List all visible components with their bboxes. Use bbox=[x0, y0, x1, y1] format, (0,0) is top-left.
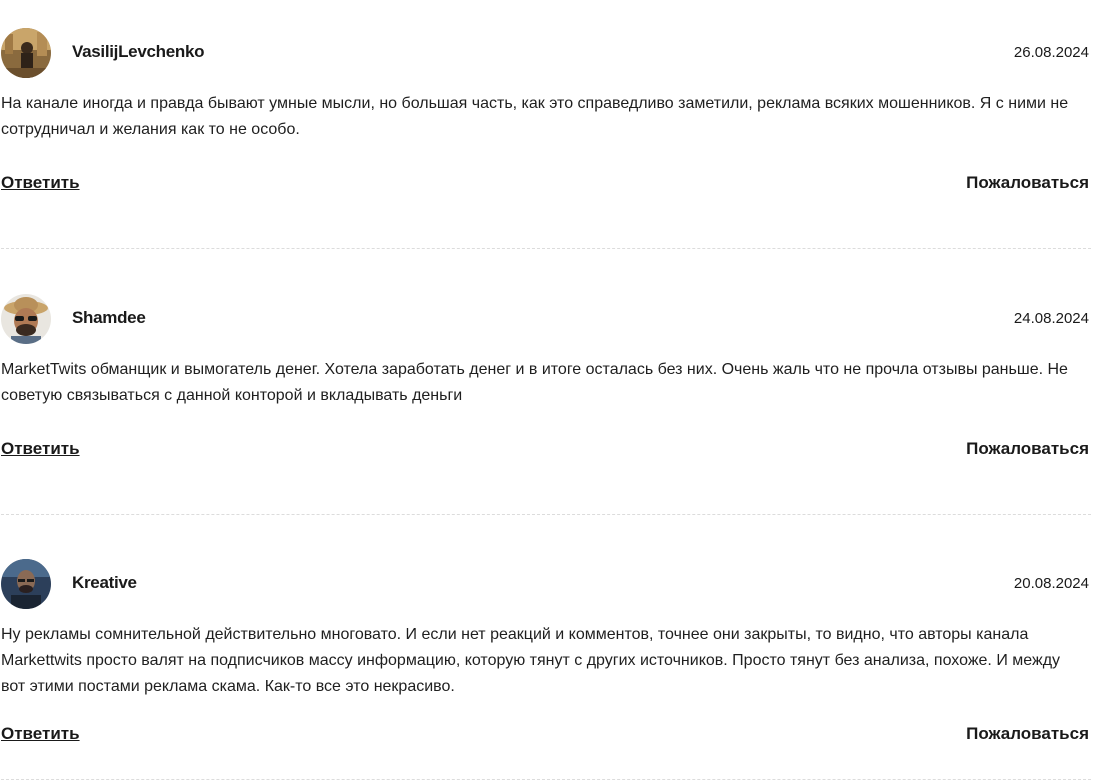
comment-author: VasilijLevchenko bbox=[72, 42, 205, 61]
comment-date: 20.08.2024 bbox=[1013, 575, 1089, 592]
comment-author: Kreative bbox=[72, 573, 137, 592]
report-link[interactable]: Пожаловаться bbox=[966, 173, 1089, 193]
comment-date: 26.08.2024 bbox=[1013, 44, 1089, 61]
comment-item: VasilijLevchenko 26.08.2024 На канале ин… bbox=[1, 28, 1091, 249]
comment-item: Shamdee 24.08.2024 MarketTwits обманщик … bbox=[1, 294, 1091, 515]
reply-link[interactable]: Ответить bbox=[1, 173, 80, 193]
comment-header: VasilijLevchenko 26.08.2024 bbox=[1, 28, 1091, 78]
avatar[interactable] bbox=[1, 294, 51, 344]
comment-date: 24.08.2024 bbox=[1013, 310, 1089, 327]
comment-text: На канале иногда и правда бывают умные м… bbox=[1, 95, 1069, 138]
avatar[interactable] bbox=[1, 559, 51, 609]
comment-author: Shamdee bbox=[72, 308, 146, 327]
comment-actions: Ответить Пожаловаться bbox=[1, 173, 1091, 203]
comment-actions: Ответить Пожаловаться bbox=[1, 724, 1091, 754]
comment-actions: Ответить Пожаловаться bbox=[1, 439, 1091, 469]
report-link[interactable]: Пожаловаться bbox=[966, 724, 1089, 744]
comment-text: Ну рекламы сомнительной действительно мн… bbox=[1, 626, 1061, 695]
reply-link[interactable]: Ответить bbox=[1, 439, 80, 459]
comment-text: MarketTwits обманщик и вымогатель денег.… bbox=[1, 361, 1068, 404]
avatar[interactable] bbox=[1, 28, 51, 78]
reply-link[interactable]: Ответить bbox=[1, 724, 80, 744]
comment-item: Kreative 20.08.2024 Ну рекламы сомнитель… bbox=[1, 559, 1091, 780]
comment-header: Shamdee 24.08.2024 bbox=[1, 294, 1091, 344]
comment-header: Kreative 20.08.2024 bbox=[1, 559, 1091, 609]
report-link[interactable]: Пожаловаться bbox=[966, 439, 1089, 459]
comments-list: VasilijLevchenko 26.08.2024 На канале ин… bbox=[1, 0, 1091, 780]
